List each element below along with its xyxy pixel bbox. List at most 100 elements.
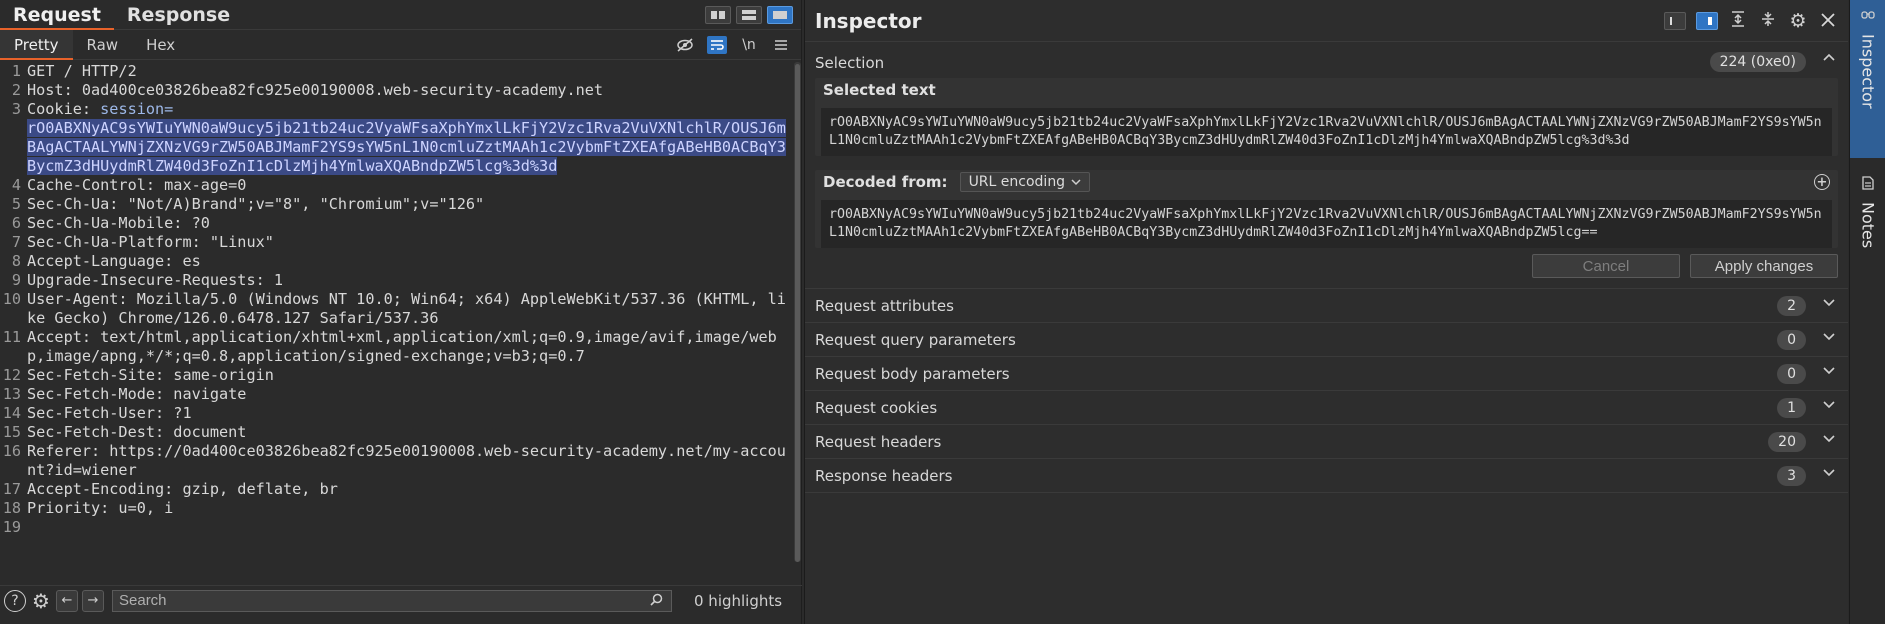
line-number: 9	[11, 271, 21, 289]
inspector-title: Inspector	[815, 8, 922, 33]
inspector-layout-right-icon[interactable]	[1696, 12, 1718, 30]
hide-eye-icon[interactable]	[675, 36, 695, 54]
line-number: 10	[2, 290, 21, 308]
next-match-button[interactable]: →	[82, 589, 104, 612]
expand-all-icon[interactable]	[1728, 11, 1748, 31]
tab-response[interactable]: Response	[114, 0, 243, 30]
collapse-all-icon[interactable]	[1758, 11, 1778, 31]
section-count-badge: 0	[1777, 364, 1806, 384]
editor-line[interactable]: 9 Upgrade-Insecure-Requests: 1	[0, 271, 794, 290]
line-number: 16	[2, 442, 21, 460]
editor-line[interactable]: 12 Sec-Fetch-Site: same-origin	[0, 366, 794, 385]
line-number: 17	[2, 480, 21, 498]
section-count-badge: 2	[1777, 296, 1806, 316]
selected-text-value[interactable]: rO0ABXNyAC9sYWIuYWN0aW9ucy5jb21tb24uc2Vy…	[821, 108, 1832, 156]
editor-line[interactable]: 2 Host: 0ad400ce03826bea82fc925e00190008.…	[0, 81, 794, 100]
section-label: Request headers	[815, 432, 942, 451]
side-rail: Inspector Notes	[1849, 0, 1885, 624]
rail-inspector-tab[interactable]: Inspector	[1850, 0, 1885, 158]
view-mode-tabbar: Pretty Raw Hex \n	[0, 29, 801, 60]
line-number: 2	[11, 81, 21, 99]
editor-line[interactable]: 11 Accept: text/html,application/xhtml+xm…	[0, 328, 794, 366]
search-box[interactable]	[112, 589, 672, 612]
editor-line[interactable]: 1 GET / HTTP/2	[0, 62, 794, 81]
rail-notes-tab[interactable]: Notes	[1850, 168, 1885, 278]
chevron-down-icon[interactable]	[1822, 465, 1836, 483]
chevron-up-icon[interactable]	[1822, 51, 1836, 69]
layout-side-by-side-icon[interactable]	[705, 6, 731, 24]
decoding-select[interactable]: URL encoding	[959, 172, 1091, 192]
line-number: 6	[11, 214, 21, 232]
tab-raw[interactable]: Raw	[73, 30, 133, 60]
chevron-down-icon[interactable]	[1822, 397, 1836, 415]
chevron-down-icon[interactable]	[1822, 363, 1836, 381]
inspector-layout-left-icon[interactable]	[1664, 12, 1686, 30]
line-number: 13	[2, 385, 21, 403]
editor-scrollbar[interactable]	[794, 62, 801, 562]
line-number: 19	[2, 518, 21, 536]
help-icon[interactable]: ?	[4, 589, 26, 612]
tab-request[interactable]: Request	[0, 0, 114, 30]
selected-cookie-value[interactable]: rO0ABXNyAC9sYWIuYWN0aW9ucy5jb21tb24uc2Vy…	[27, 119, 786, 175]
line-number: 4	[11, 176, 21, 194]
search-input[interactable]	[119, 592, 619, 609]
decoded-header: Decoded from: URL encoding +	[815, 170, 1838, 194]
editor-line[interactable]: 3 Cookie: session= rO0ABXNyAC9sYWIuYWN0aW9…	[0, 100, 794, 176]
settings-gear-icon[interactable]: ⚙	[30, 589, 52, 613]
tab-pretty[interactable]: Pretty	[0, 29, 73, 60]
editor-line[interactable]: 13 Sec-Fetch-Mode: navigate	[0, 385, 794, 404]
inspector-section-row[interactable]: Request query parameters 0	[805, 323, 1848, 357]
code-text: User-Agent: Mozilla/5.0 (Windows NT 10.0…	[27, 290, 786, 327]
selection-size-badge: 224 (0xe0)	[1709, 52, 1806, 72]
editor-line[interactable]: 19	[0, 518, 794, 537]
code-text: Upgrade-Insecure-Requests: 1	[27, 271, 284, 289]
decoded-text-value[interactable]: rO0ABXNyAC9sYWIuYWN0aW9ucy5jb21tb24uc2Vy…	[821, 200, 1832, 248]
inspector-rail-icon	[1861, 8, 1875, 26]
line-number: 1	[11, 62, 21, 80]
code-text: Sec-Fetch-User: ?1	[27, 404, 192, 422]
tab-hex[interactable]: Hex	[132, 30, 189, 60]
decode-actions: Cancel Apply changes	[805, 254, 1838, 280]
inspector-section-row[interactable]: Request body parameters 0	[805, 357, 1848, 391]
editor-line[interactable]: 16 Referer: https://0ad400ce03826bea82fc9…	[0, 442, 794, 480]
request-editor[interactable]: 1 GET / HTTP/2 2 Host: 0ad400ce03826bea82fc…	[0, 62, 794, 580]
chevron-down-icon[interactable]	[1822, 295, 1836, 313]
editor-line[interactable]: 5 Sec-Ch-Ua: "Not/A)Brand";v="8", "Chromi…	[0, 195, 794, 214]
editor-line[interactable]: 18 Priority: u=0, i	[0, 499, 794, 518]
editor-line[interactable]: 14 Sec-Fetch-User: ?1	[0, 404, 794, 423]
layout-single-icon[interactable]	[767, 6, 793, 24]
close-icon[interactable]	[1818, 12, 1838, 31]
chevron-down-icon[interactable]	[1822, 431, 1836, 449]
editor-line[interactable]: 8 Accept-Language: es	[0, 252, 794, 271]
newline-toggle[interactable]: \n	[739, 36, 759, 54]
header-key: Cookie:	[27, 100, 101, 118]
inspector-settings-gear-icon[interactable]: ⚙	[1788, 10, 1808, 32]
selection-label: Selection	[815, 54, 885, 72]
editor-line[interactable]: 10 User-Agent: Mozilla/5.0 (Windows NT 10…	[0, 290, 794, 328]
inspector-section-row[interactable]: Request cookies 1	[805, 391, 1848, 425]
cancel-button[interactable]: Cancel	[1532, 254, 1680, 278]
inspector-panel: Inspector ⚙ Selection 224 (0xe0) Selecte…	[804, 0, 1848, 624]
word-wrap-icon[interactable]	[707, 36, 727, 54]
code-text: Accept: text/html,application/xhtml+xml,…	[27, 328, 777, 365]
editor-line[interactable]: 6 Sec-Ch-Ua-Mobile: ?0	[0, 214, 794, 233]
layout-stacked-icon[interactable]	[736, 6, 762, 24]
editor-line[interactable]: 4 Cache-Control: max-age=0	[0, 176, 794, 195]
section-count-badge: 0	[1777, 330, 1806, 350]
add-decoding-icon[interactable]: +	[1814, 174, 1830, 190]
line-number: 11	[2, 328, 21, 346]
editor-footer: ? ⚙ ← → 0 highlights	[0, 585, 802, 615]
inspector-section-row[interactable]: Request headers 20	[805, 425, 1848, 459]
menu-icon[interactable]	[771, 36, 791, 54]
apply-changes-button[interactable]: Apply changes	[1690, 254, 1838, 278]
chevron-down-icon[interactable]	[1822, 329, 1836, 347]
section-label: Request cookies	[815, 398, 938, 417]
editor-line[interactable]: 7 Sec-Ch-Ua-Platform: "Linux"	[0, 233, 794, 252]
editor-line[interactable]: 15 Sec-Fetch-Dest: document	[0, 423, 794, 442]
inspector-section-row[interactable]: Request attributes 2	[805, 289, 1848, 323]
rail-inspector-label: Inspector	[1858, 34, 1878, 109]
previous-match-button[interactable]: ←	[56, 589, 78, 612]
editor-line[interactable]: 17 Accept-Encoding: gzip, deflate, br	[0, 480, 794, 499]
line-number: 14	[2, 404, 21, 422]
inspector-section-row[interactable]: Response headers 3	[805, 459, 1848, 493]
